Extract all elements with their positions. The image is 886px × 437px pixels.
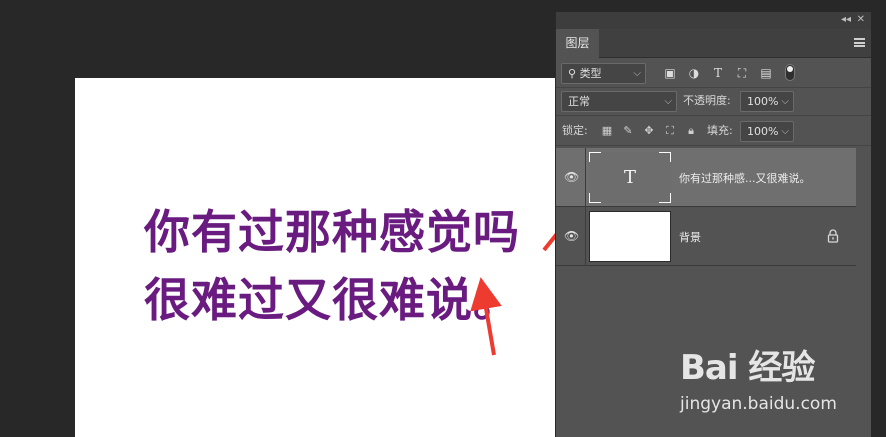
canvas-document[interactable]: 你有过那种感觉吗 很难过又很难说。 <box>75 78 555 437</box>
filter-kind-select[interactable]: ⚲ 类型 ⌵ <box>561 63 646 84</box>
canvas-text-line-1: 你有过那种感觉吗 <box>144 205 520 259</box>
lock-all-icon[interactable]: 🔒︎ <box>683 123 699 139</box>
watermark-logo: Bai 经验 <box>680 348 815 388</box>
type-layer-icon: T <box>623 167 636 188</box>
chevron-down-icon[interactable]: ⌵ <box>781 122 789 141</box>
panel-tab-bar: 图层 <box>556 29 871 58</box>
opacity-value: 100% <box>747 95 779 108</box>
close-icon[interactable]: ✕ <box>857 14 865 25</box>
layers-list: 👁︎ T 你有过那种感...又很难说。 👁︎ 背景 <box>556 148 856 266</box>
shape-filter-icon[interactable]: ⛶ <box>732 64 752 82</box>
text-layer-thumbnail[interactable]: T <box>589 152 671 203</box>
layer-row-text[interactable]: 👁︎ T 你有过那种感...又很难说。 <box>556 148 856 207</box>
layer-divider <box>585 207 586 266</box>
panel-top-bar: ◂◂ ✕ <box>556 12 871 29</box>
layer-row-background[interactable]: 👁︎ 背景 <box>556 207 856 266</box>
blend-row: 正常 ⌵ 不透明度: 100% ⌵ <box>556 88 871 116</box>
lock-image-pixels-icon[interactable]: ✎ <box>620 123 636 139</box>
panel-menu-icon[interactable] <box>854 38 865 47</box>
collapse-icon[interactable]: ◂◂ <box>841 14 851 25</box>
layer-filter-row: ⚲ 类型 ⌵ ▣ ◑ T ⛶ ▤ <box>556 58 871 88</box>
fill-field[interactable]: 100% ⌵ <box>740 121 794 142</box>
layer-divider <box>585 148 586 207</box>
baidu-jingyan-watermark: Bai 经验 jingyan.baidu.com <box>680 340 880 420</box>
layer-name[interactable]: 背景 <box>679 229 701 245</box>
eye-icon[interactable]: 👁︎ <box>564 229 579 243</box>
watermark-url: jingyan.baidu.com <box>680 394 837 414</box>
blend-mode-value: 正常 <box>568 95 590 108</box>
lock-position-icon[interactable]: ✥ <box>641 123 657 139</box>
chevron-down-icon: ⌵ <box>664 96 672 107</box>
layer-name[interactable]: 你有过那种感...又很难说。 <box>679 170 811 186</box>
filter-kind-value: 类型 <box>579 67 602 80</box>
fill-label: 填充: <box>707 124 733 137</box>
lock-icon[interactable] <box>827 229 839 243</box>
smart-object-filter-icon[interactable]: ▤ <box>756 64 776 82</box>
chevron-down-icon[interactable]: ⌵ <box>781 92 789 111</box>
lock-artboard-icon[interactable]: ⛶ <box>662 123 678 139</box>
background-layer-thumbnail[interactable] <box>589 211 671 262</box>
canvas-text-line-2: 很难过又很难说。 <box>144 273 520 327</box>
image-filter-icon[interactable]: ▣ <box>660 64 680 82</box>
tab-layers[interactable]: 图层 <box>556 29 599 58</box>
type-filter-icon[interactable]: T <box>708 64 728 82</box>
chevron-down-icon: ⌵ <box>633 68 641 79</box>
opacity-label: 不透明度: <box>683 94 731 107</box>
filter-toggle[interactable] <box>785 64 795 81</box>
fill-value: 100% <box>747 125 779 138</box>
opacity-field[interactable]: 100% ⌵ <box>740 91 794 112</box>
adjustment-filter-icon[interactable]: ◑ <box>684 64 704 82</box>
blend-mode-select[interactable]: 正常 ⌵ <box>561 91 677 112</box>
lock-label: 锁定: <box>562 124 588 137</box>
search-icon: ⚲ <box>568 67 577 80</box>
eye-icon[interactable]: 👁︎ <box>564 170 579 184</box>
lock-row: 锁定: ▦ ✎ ✥ ⛶ 🔒︎ 填充: 100% ⌵ <box>556 116 871 146</box>
lock-transparent-pixels-icon[interactable]: ▦ <box>599 123 615 139</box>
